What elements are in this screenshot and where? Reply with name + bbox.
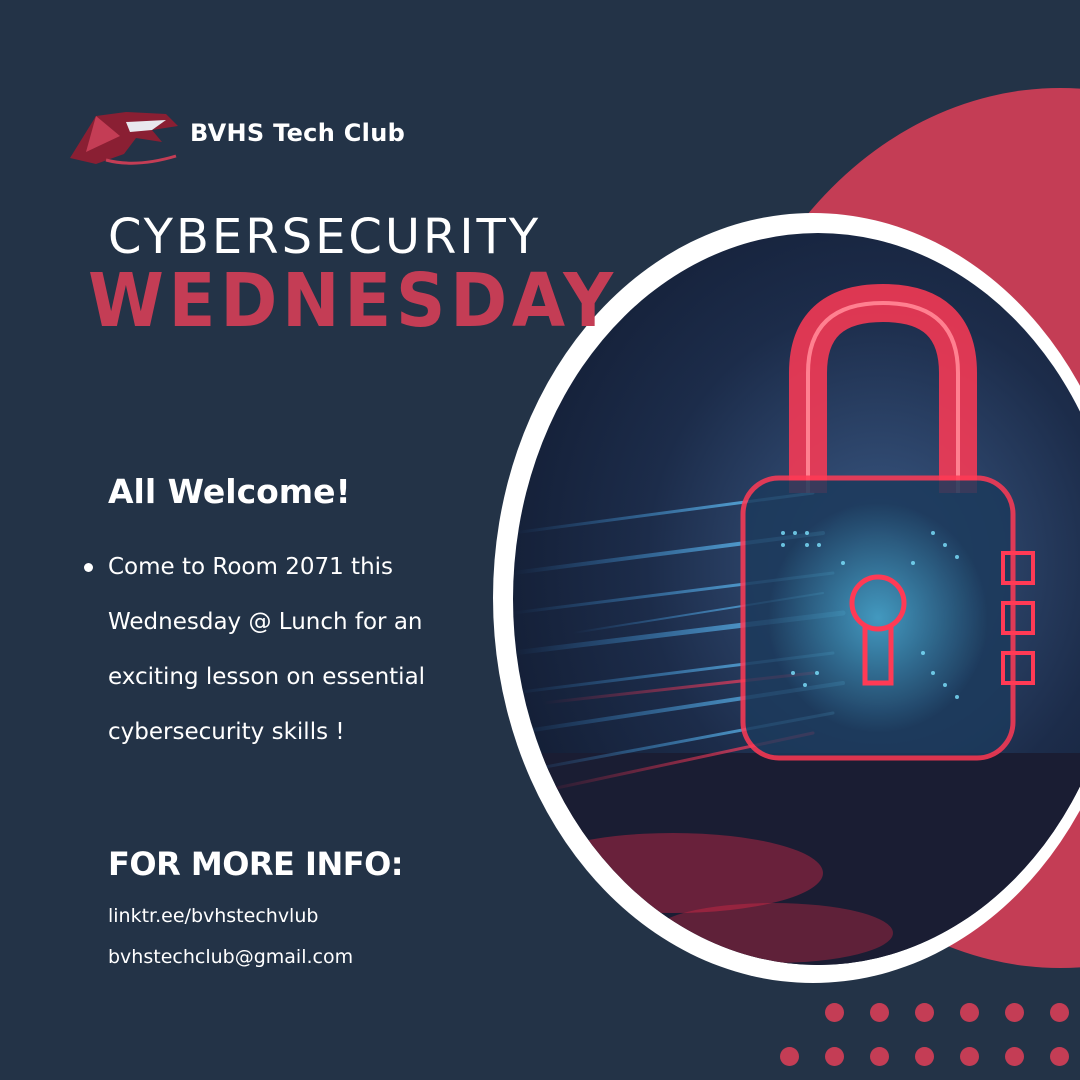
decor-dot: [915, 1003, 934, 1022]
decor-dot: [960, 1047, 979, 1066]
decor-dot: [780, 1047, 799, 1066]
decor-dot: [1050, 1047, 1069, 1066]
decor-dot: [825, 1047, 844, 1066]
club-name: BVHS Tech Club: [190, 119, 406, 147]
welcome-heading: All Welcome!: [108, 472, 351, 511]
title-line-1: CYBERSECURITY: [108, 209, 542, 265]
decor-dot: [870, 1003, 889, 1022]
decor-dot: [1005, 1003, 1024, 1022]
decor-dot: [870, 1047, 889, 1066]
details-line: Wednesday @ Lunch for an: [108, 595, 493, 650]
details-line-text: cybersecurity skills !: [108, 719, 345, 745]
bullet-icon: [84, 563, 93, 572]
decor-dot: [1050, 1003, 1069, 1022]
decor-dot: [915, 1047, 934, 1066]
email-link[interactable]: bvhstechclub@gmail.com: [108, 946, 353, 968]
details-line: cybersecurity skills !: [108, 705, 493, 760]
decor-dot: [825, 1003, 844, 1022]
details-list: Come to Room 2071 this Wednesday @ Lunch…: [84, 540, 493, 760]
details-line: Come to Room 2071 this: [84, 540, 493, 595]
decor-dot: [1005, 1047, 1024, 1066]
details-line-text: Wednesday @ Lunch for an: [108, 609, 423, 635]
shark-logo-icon: [66, 108, 182, 170]
details-line-text: Come to Room 2071 this: [108, 554, 394, 580]
details-line-text: exciting lesson on essential: [108, 664, 426, 690]
decor-dot: [960, 1003, 979, 1022]
details-line: exciting lesson on essential: [108, 650, 493, 705]
poster: BVHS Tech Club CYBERSECURITY WEDNESDAY A…: [0, 0, 1080, 1080]
info-heading: FOR MORE INFO:: [108, 845, 404, 883]
title-line-2: WEDNESDAY: [88, 258, 618, 344]
linktree-link[interactable]: linktr.ee/bvhstechvlub: [108, 905, 318, 927]
